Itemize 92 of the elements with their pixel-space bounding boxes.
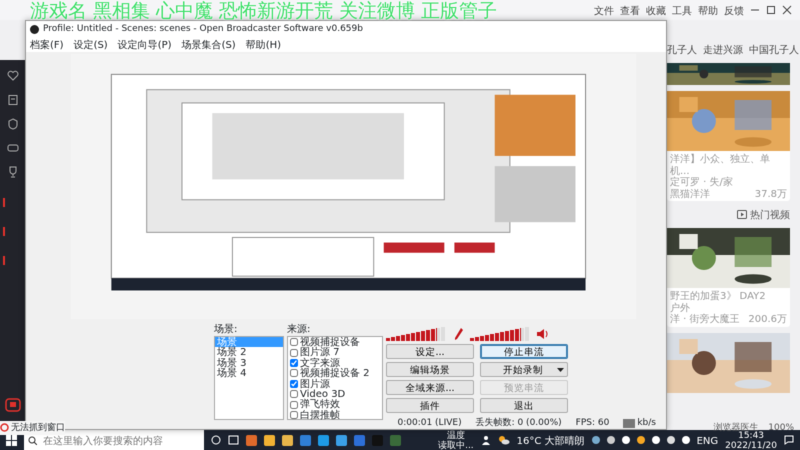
source-label[interactable]: 图片源: [300, 378, 330, 389]
view-count: 200.6万: [748, 313, 787, 324]
source-label[interactable]: 白摆推帧: [300, 410, 340, 420]
scene-item[interactable]: 场景 3: [215, 358, 283, 368]
language-indicator[interactable]: ENG: [696, 432, 718, 448]
tv-icon[interactable]: [4, 398, 20, 412]
checkbox[interactable]: [290, 369, 298, 378]
app-icon[interactable]: [264, 434, 275, 446]
section-title: 热门视频: [750, 208, 790, 222]
clock-date[interactable]: 2022/11/20: [725, 440, 777, 450]
checkbox[interactable]: [290, 358, 298, 367]
circle-icon[interactable]: [211, 435, 221, 445]
maximize-icon[interactable]: [766, 5, 776, 15]
obs-logo-icon: [30, 24, 39, 34]
app-icon[interactable]: [318, 434, 329, 446]
task-view-icon[interactable]: [228, 435, 239, 445]
status-square-icon: [623, 418, 636, 428]
menu-item[interactable]: 场景集合(S): [182, 37, 236, 52]
speaker-icon[interactable]: [536, 327, 550, 341]
menu-item[interactable]: 收藏: [646, 2, 666, 18]
checkbox[interactable]: [290, 348, 298, 357]
person-icon[interactable]: [480, 435, 491, 445]
weather-text[interactable]: 16°C 大部晴朗: [516, 432, 585, 448]
source-label[interactable]: 视频捕捉设备: [300, 337, 360, 348]
menu-item[interactable]: 反馈: [724, 2, 744, 18]
windows-icon[interactable]: [6, 434, 17, 446]
book-icon: [6, 94, 18, 106]
app-icon[interactable]: [336, 434, 347, 446]
close-icon[interactable]: [782, 5, 792, 15]
scene-item[interactable]: 场景 4: [215, 368, 283, 379]
checkbox[interactable]: [290, 380, 298, 388]
section-label: 来源:: [287, 322, 312, 336]
app-icon[interactable]: [300, 434, 311, 446]
checkbox[interactable]: [290, 410, 298, 419]
checkbox[interactable]: [290, 390, 298, 398]
source-label[interactable]: Video 3D: [300, 388, 346, 400]
button[interactable]: 开始录制: [480, 362, 568, 377]
microphone-icon[interactable]: [452, 327, 464, 341]
section-label: 场景:: [214, 322, 238, 336]
source-label[interactable]: 视频捕捉设备 2: [300, 368, 370, 379]
ring-icon: [0, 423, 9, 432]
menu-item[interactable]: 工具: [672, 2, 692, 18]
menu-item[interactable]: 设定向导(P): [118, 37, 172, 52]
menu-item[interactable]: 设定(S): [74, 37, 108, 52]
scene-item[interactable]: 场景 2: [215, 347, 283, 358]
button[interactable]: 编辑场景: [386, 362, 474, 377]
weather-icon[interactable]: [498, 435, 510, 445]
source-label[interactable]: 弹飞特效: [300, 399, 340, 410]
marker-bar: [3, 256, 5, 265]
news-title[interactable]: 温度: [438, 430, 474, 440]
caret-icon: [556, 365, 565, 374]
marker-bar: [3, 227, 5, 236]
video-tag: 定可罗 · 失/家: [670, 176, 733, 188]
app-icon[interactable]: [282, 434, 293, 446]
source-label[interactable]: 文字来源: [300, 358, 340, 368]
bookmark-link[interactable]: 孔子人: [667, 42, 697, 57]
button[interactable]: 停止串流: [480, 344, 568, 359]
search-icon: [28, 436, 37, 444]
gamepad-icon: [6, 142, 18, 154]
menu-item[interactable]: 查看: [620, 2, 640, 18]
author-name: 洋 · 街旁大魔王: [670, 313, 740, 324]
bitrate-readout: kb/s: [637, 416, 656, 430]
menu-item[interactable]: 档案(F): [30, 37, 64, 52]
shield-icon: [6, 118, 18, 130]
notification-icon[interactable]: [784, 435, 794, 445]
view-count: 37.8万: [754, 188, 787, 199]
button[interactable]: 设定...: [386, 344, 474, 359]
window-title: Profile: Untitled - Scenes: scenes - Open Broadcaster Software v0.659b: [43, 22, 363, 36]
bookmark-link[interactable]: 走进兴源: [703, 42, 743, 57]
heart-icon: [6, 70, 18, 82]
fps-readout: FPS: 60: [576, 416, 610, 430]
news-subtitle[interactable]: 读取中...: [438, 440, 474, 450]
source-label[interactable]: 图片源 7: [300, 347, 340, 358]
button[interactable]: 退出: [480, 398, 568, 413]
menu-item[interactable]: 帮助(H): [246, 37, 282, 52]
checkbox[interactable]: [290, 400, 298, 409]
menu-item[interactable]: 文件: [594, 2, 614, 18]
marker-bar: [3, 198, 5, 207]
video-tag: 户外: [670, 302, 690, 313]
menu-item[interactable]: 帮助: [698, 2, 718, 18]
checkbox[interactable]: [290, 338, 298, 346]
trophy-icon: [6, 166, 18, 178]
dropped-frames: 丢失帧数: 0 (0.00%): [476, 416, 562, 430]
overlay-text: 游戏名 黑相集 心中魔 恐怖新游开荒 关注微博 正版管子: [30, 0, 498, 20]
play-icon: [737, 210, 747, 219]
app-icon[interactable]: [246, 434, 257, 446]
button[interactable]: 全域来源...: [386, 380, 474, 395]
button[interactable]: 插件: [386, 398, 474, 413]
bookmark-link[interactable]: 中国孔子人: [749, 42, 799, 57]
search-field[interactable]: 在这里输入你要搜索的内容: [24, 430, 204, 450]
author-name: 黑猫洋洋: [670, 188, 710, 199]
stream-time: 0:00:01 (LIVE): [397, 416, 462, 430]
